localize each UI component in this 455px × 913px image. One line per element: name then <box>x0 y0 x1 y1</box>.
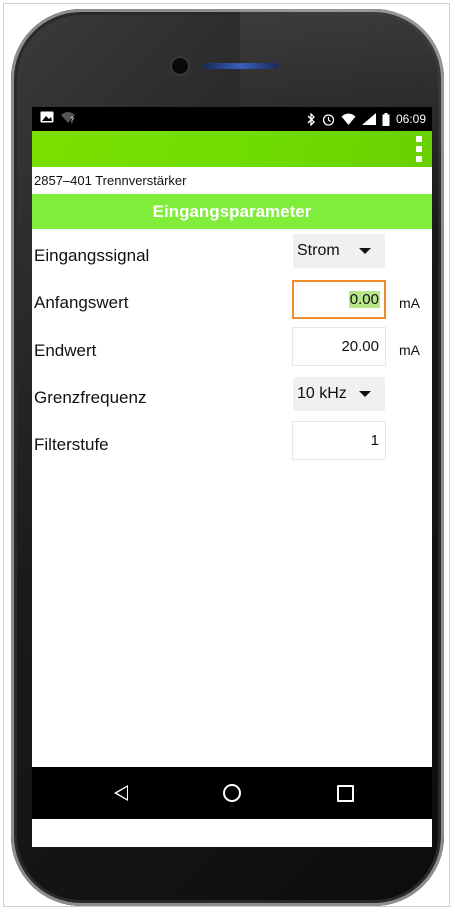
filterstufe-input[interactable]: 1 <box>292 421 386 460</box>
param-label-filterstufe: Filterstufe <box>34 435 109 454</box>
anfangswert-input[interactable]: 0.00 <box>292 280 386 319</box>
endwert-value: 20.00 <box>341 338 379 355</box>
param-label-anfangswert: Anfangswert <box>34 293 129 312</box>
grenzfrequenz-value: 10 kHz <box>297 385 347 402</box>
device-title: 2857–401 Trennverstärker <box>34 173 187 188</box>
eingangssignal-dropdown[interactable]: Strom <box>293 234 385 268</box>
endwert-unit: mA <box>399 342 420 358</box>
home-icon[interactable] <box>223 784 241 802</box>
bluetooth-icon <box>307 112 315 126</box>
chevron-down-icon <box>359 248 371 254</box>
app-bar <box>32 131 432 167</box>
eingangssignal-value: Strom <box>297 242 340 259</box>
screen: ? 06:09 2857–401 Trennverstärker Eingang… <box>32 107 432 847</box>
filterstufe-value: 1 <box>370 432 379 449</box>
front-camera <box>172 58 188 74</box>
chevron-down-icon <box>359 391 371 397</box>
image-icon <box>40 111 54 123</box>
param-label-eingangssignal: Eingangssignal <box>34 246 150 265</box>
anfangswert-unit: mA <box>399 295 420 311</box>
param-label-endwert: Endwert <box>34 341 97 360</box>
wifi-icon <box>341 113 356 125</box>
kebab-menu-icon[interactable] <box>416 136 422 162</box>
status-bar: ? 06:09 <box>32 107 432 131</box>
wifi-question-icon: ? <box>61 112 75 123</box>
endwert-input[interactable]: 20.00 <box>292 327 386 366</box>
grenzfrequenz-dropdown[interactable]: 10 kHz <box>293 377 385 411</box>
signal-icon <box>361 113 376 125</box>
anfangswert-value: 0.00 <box>348 291 380 308</box>
earpiece-speaker <box>203 63 279 69</box>
status-time: 06:09 <box>395 112 426 126</box>
svg-text:?: ? <box>70 116 74 123</box>
battery-icon <box>382 112 390 126</box>
section-header: Eingangsparameter <box>32 194 432 229</box>
alarm-icon <box>322 113 335 126</box>
navigation-bar <box>32 767 432 819</box>
param-label-grenzfrequenz: Grenzfrequenz <box>34 388 147 407</box>
recents-icon[interactable] <box>337 785 354 802</box>
